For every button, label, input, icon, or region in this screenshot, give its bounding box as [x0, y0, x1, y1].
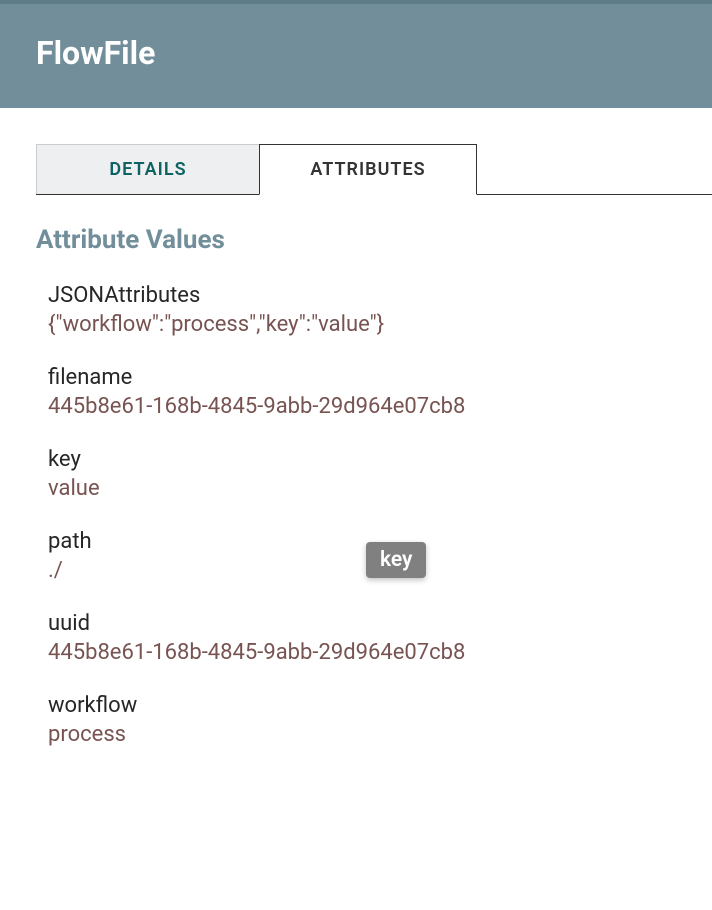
attribute-name: key [48, 447, 676, 472]
attribute-name: uuid [48, 611, 676, 636]
attribute-name: filename [48, 365, 676, 390]
content-area: Attribute Values JSONAttributes {"workfl… [0, 195, 712, 805]
attribute-value: ./ [48, 558, 676, 583]
attribute-name: workflow [48, 693, 676, 718]
attribute-value: process [48, 722, 676, 747]
dialog-header: FlowFile [0, 0, 712, 108]
attribute-value: 445b8e61-168b-4845-9abb-29d964e07cb8 [48, 640, 676, 665]
attribute-row: key value [36, 447, 676, 501]
attribute-name: JSONAttributes [48, 283, 676, 308]
attribute-row: workflow process [36, 693, 676, 747]
tab-details[interactable]: DETAILS [36, 144, 260, 194]
dialog-title: FlowFile [36, 34, 676, 72]
attribute-value: 445b8e61-168b-4845-9abb-29d964e07cb8 [48, 394, 676, 419]
attribute-row: path ./ [36, 529, 676, 583]
attribute-name: path [48, 529, 676, 554]
attribute-row: uuid 445b8e61-168b-4845-9abb-29d964e07cb… [36, 611, 676, 665]
attribute-row: JSONAttributes {"workflow":"process","ke… [36, 283, 676, 337]
tooltip: key [366, 542, 426, 578]
tab-attributes[interactable]: ATTRIBUTES [259, 144, 477, 195]
section-title: Attribute Values [36, 225, 676, 255]
attribute-value: {"workflow":"process","key":"value"} [48, 312, 676, 337]
attribute-value: value [48, 476, 676, 501]
tabs-container: DETAILS ATTRIBUTES [36, 144, 712, 195]
attribute-row: filename 445b8e61-168b-4845-9abb-29d964e… [36, 365, 676, 419]
